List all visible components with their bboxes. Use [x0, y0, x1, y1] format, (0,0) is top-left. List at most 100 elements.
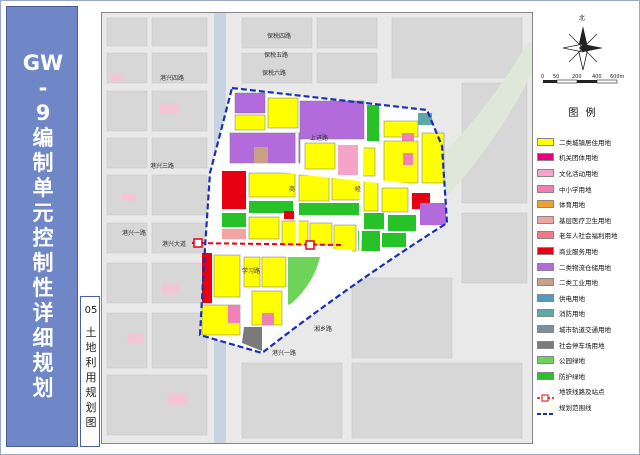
map-canvas: 保税四路 保税五路 保税六路 港兴四路 港兴三路 港兴一路 港兴一路 上进路 商…: [102, 13, 532, 443]
legend-label: 消防用地: [559, 310, 585, 319]
legend-label: 规划范围线: [559, 403, 592, 412]
scale-tick: 50: [553, 74, 559, 80]
legend-item: 防护绿地: [537, 368, 633, 384]
legend-swatch: [537, 387, 554, 402]
title-char: 规: [32, 351, 54, 375]
legend-swatch: [537, 246, 554, 255]
legend-label: 防护绿地: [559, 372, 585, 381]
title-char: 9: [35, 101, 51, 125]
legend: 图 例 二类城镇居住用地 机关团体用地 文化活动用地 中小学用地体育用地基层医疗卫生用…: [533, 100, 633, 440]
legend-item: 文化活动用地: [537, 165, 633, 181]
legend-label: 中小学用地: [559, 185, 592, 194]
legend-item: 地铁线路及站点: [537, 384, 633, 402]
legend-title: 图 例: [568, 108, 598, 119]
sheet-name-char: 划: [85, 401, 97, 414]
legend-swatch: [537, 340, 554, 349]
legend-label: 基层医疗卫生用地: [559, 216, 611, 225]
title-banner: GW -9 编制单元控制性详细规划: [6, 6, 78, 447]
title-char: 元: [32, 201, 54, 225]
road-label: 学习路: [242, 267, 260, 275]
legend-swatch: [537, 324, 554, 333]
legend-item: 消防用地: [537, 306, 633, 322]
legend-label: 老年人社会福利用地: [559, 232, 618, 241]
road-label: 港兴大道: [162, 240, 186, 248]
legend-swatch: [537, 278, 554, 287]
legend-item: 商业服务用地: [537, 243, 633, 259]
title-char: 制: [32, 251, 54, 275]
road-label: 港兴四路: [160, 74, 184, 82]
sheet-name-char: 规: [85, 386, 97, 399]
legend-item: 公园绿地: [537, 352, 633, 368]
legend-label: 二类城镇居住用地: [559, 138, 611, 147]
title-char: -: [38, 76, 48, 100]
legend-swatch: [537, 403, 554, 415]
legend-label: 文化活动用地: [559, 169, 598, 178]
scale-bar: [543, 79, 618, 84]
road-label: 港兴一路: [122, 229, 146, 237]
sheet-name-char: 地: [85, 341, 97, 354]
legend-item: 基层医疗卫生用地: [537, 212, 633, 228]
title-char: 单: [32, 176, 54, 200]
legend-label: 地铁线路及站点: [559, 388, 605, 397]
sheet-number: 05: [84, 305, 98, 316]
legend-item: 社会停车场用地: [537, 337, 633, 353]
sheet-name-char: 用: [85, 371, 97, 384]
road-label: 保税六路: [262, 69, 286, 77]
title-char: 编: [32, 126, 54, 150]
legend-swatch: [537, 153, 554, 162]
title-char: 性: [32, 276, 54, 300]
legend-swatch: [537, 215, 554, 224]
legend-label: 二类工业用地: [559, 279, 598, 288]
legend-label: 社会停车场用地: [559, 341, 605, 350]
legend-item: 二类物流仓储用地: [537, 259, 633, 275]
sheet-name-char: 土: [85, 326, 97, 339]
land-use-map[interactable]: 保税四路 保税五路 保税六路 港兴四路 港兴三路 港兴一路 港兴一路 上进路 商…: [101, 12, 533, 444]
plan-title: GW -9 编制单元控制性详细规划: [7, 51, 79, 401]
north-label: 北: [579, 14, 585, 22]
legend-label: 公园绿地: [559, 357, 585, 366]
title-char: 细: [32, 326, 54, 350]
legend-item: 二类工业用地: [537, 274, 633, 290]
legend-swatch: [537, 371, 554, 380]
legend-swatch: [537, 356, 554, 365]
title-char: GW: [22, 51, 64, 75]
legend-item: 供电用地: [537, 290, 633, 306]
legend-label: 体育用地: [559, 201, 585, 210]
legend-item: 中小学用地: [537, 181, 633, 197]
legend-swatch: [537, 184, 554, 193]
scale-tick: 600m: [610, 74, 625, 80]
sheet-panel: 05 土地利用规划图: [80, 296, 100, 447]
legend-swatch: [537, 231, 554, 240]
title-char: 制: [32, 151, 54, 175]
road-label: 港兴一路: [272, 349, 296, 357]
legend-swatch: [537, 168, 554, 177]
legend-item: 城市轨道交通用地: [537, 321, 633, 337]
sheet-name: 土地利用规划图: [81, 325, 101, 430]
legend-label: 供电用地: [559, 294, 585, 303]
road-label: 商: [289, 185, 295, 193]
legend-list: 二类城镇居住用地 机关团体用地 文化活动用地 中小学用地体育用地基层医疗卫生用地 老年人…: [537, 134, 633, 415]
legend-swatch: [537, 293, 554, 302]
title-char: 详: [32, 301, 54, 325]
title-char: 控: [32, 226, 54, 250]
road-label: 港兴三路: [150, 162, 174, 170]
legend-label: 二类物流仓储用地: [559, 263, 611, 272]
north-arrow-scale: 北 0 50 200 400 600m: [533, 10, 629, 94]
road-label: 保税四路: [267, 32, 291, 40]
road-label: 经: [355, 185, 361, 193]
road-label: 湘乡路: [314, 325, 332, 333]
legend-swatch: [537, 262, 554, 271]
legend-label: 商业服务用地: [559, 247, 598, 256]
road-label: 上进路: [310, 134, 328, 142]
legend-item: 老年人社会福利用地: [537, 228, 633, 244]
scale-tick: 400: [592, 74, 602, 80]
sheet-name-char: 利: [85, 356, 97, 369]
sheet-name-char: 图: [85, 416, 97, 429]
legend-label: 机关团体用地: [559, 154, 598, 163]
legend-label: 城市轨道交通用地: [559, 325, 611, 334]
road-label: 保税五路: [264, 51, 288, 59]
legend-swatch: [537, 309, 554, 318]
legend-swatch: [537, 137, 554, 146]
scale-tick: 0: [541, 74, 544, 80]
legend-swatch: [537, 200, 554, 209]
